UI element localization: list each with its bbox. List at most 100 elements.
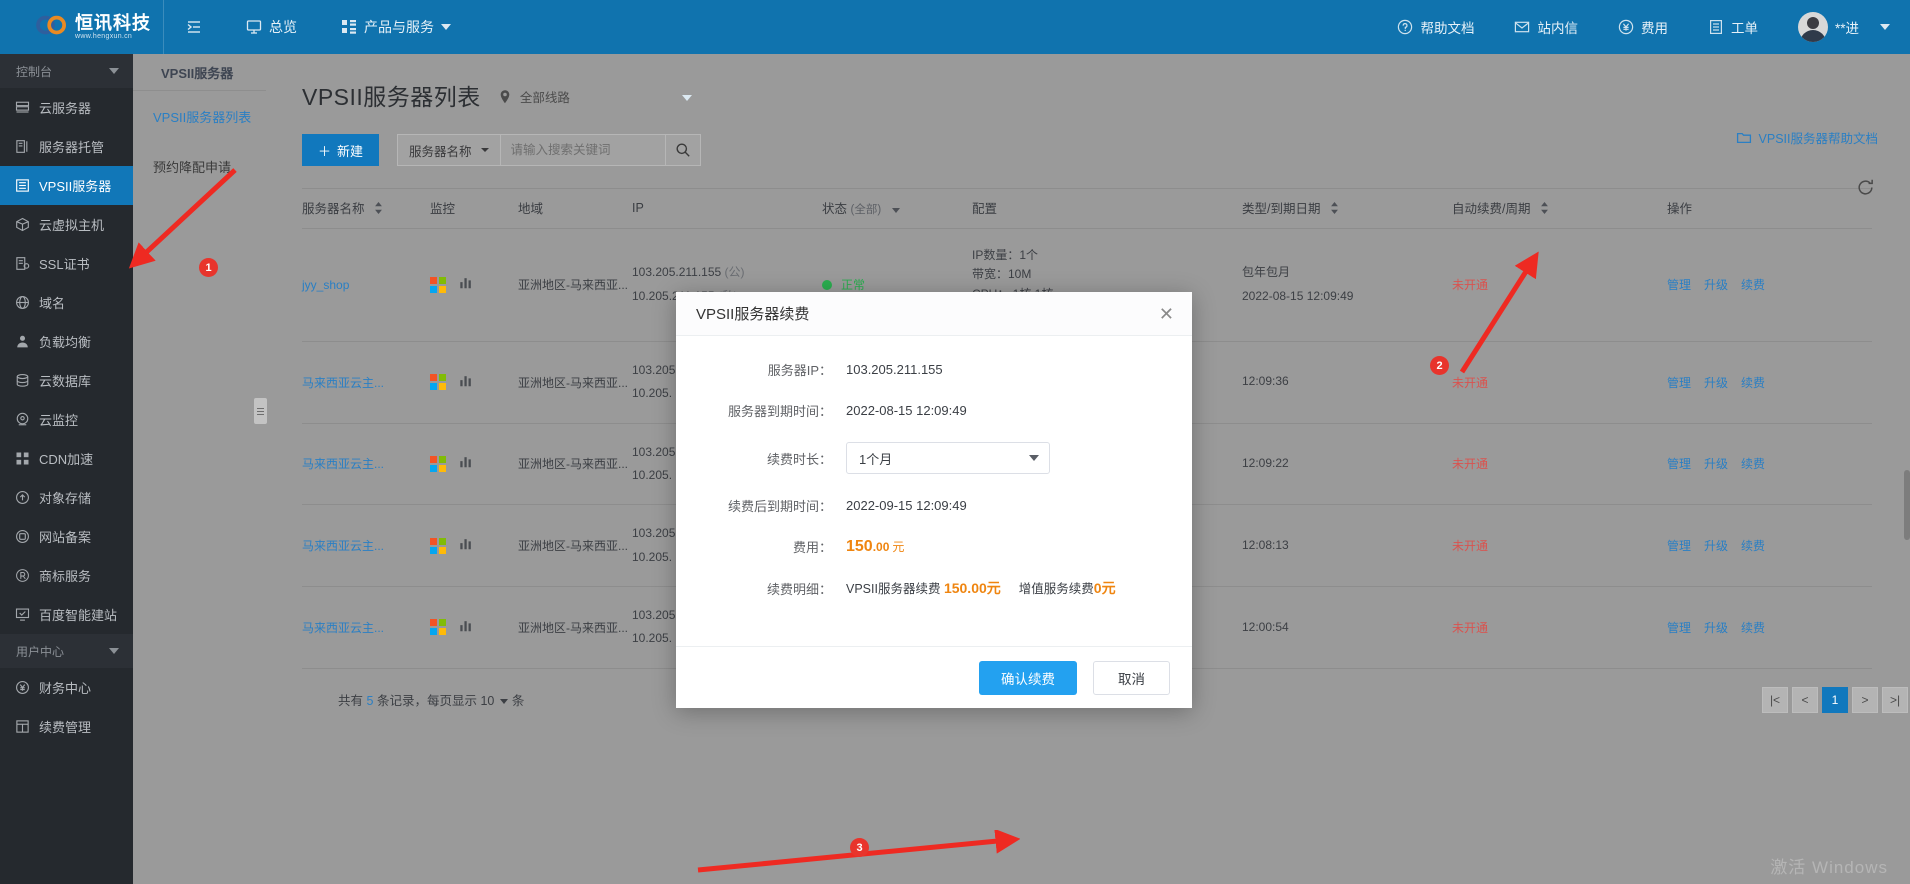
sub-sidebar-item-vpsii-list[interactable]: VPSII服务器列表 — [133, 91, 266, 141]
page-scrollbar[interactable] — [1904, 470, 1910, 540]
nav-help-docs[interactable]: 帮助文档 — [1377, 0, 1494, 54]
fee-decimal: .00 — [873, 540, 890, 554]
close-icon[interactable]: ✕ — [1159, 305, 1174, 323]
sidebar-item-baidu-site-builder[interactable]: 百度智能建站 — [0, 595, 133, 634]
sidebar-item-cloud-server[interactable]: 云服务器 — [0, 88, 133, 127]
chart-icon[interactable] — [459, 619, 473, 636]
search-button[interactable] — [665, 135, 700, 165]
menu-collapse-button[interactable] — [164, 0, 224, 54]
col-auto-renew[interactable]: 自动续费/周期 — [1452, 189, 1667, 229]
op-renew[interactable]: 续费 — [1741, 455, 1765, 472]
op-upgrade[interactable]: 升级 — [1704, 537, 1728, 554]
sidebar-item-ssl-cert[interactable]: SSL证书 — [0, 244, 133, 283]
nav-inbox[interactable]: 站内信 — [1494, 0, 1598, 54]
nav-tickets[interactable]: 工单 — [1688, 0, 1778, 54]
refresh-button[interactable] — [1852, 176, 1878, 202]
chart-icon[interactable] — [459, 276, 473, 293]
chart-icon[interactable] — [459, 455, 473, 472]
sidebar-collapse-handle[interactable] — [254, 398, 267, 424]
sidebar-item-cdn[interactable]: CDN加速 — [0, 439, 133, 478]
op-manage[interactable]: 管理 — [1667, 455, 1691, 472]
pagination: |< < 1 > >| — [1762, 687, 1908, 713]
search-type-select[interactable]: 服务器名称 — [398, 135, 501, 165]
renew-duration-select[interactable]: 1个月 — [846, 442, 1050, 474]
windows-icon[interactable] — [430, 277, 446, 293]
sub-sidebar-item-downgrade-request[interactable]: 预约降配申请 — [133, 141, 266, 191]
sidebar-item-vpsii-server[interactable]: VPSII服务器 — [0, 166, 133, 205]
chevron-down-icon — [481, 148, 489, 152]
sidebar-item-trademark[interactable]: 商标服务 — [0, 556, 133, 595]
line-filter[interactable]: 全部线路 — [497, 87, 692, 112]
op-upgrade[interactable]: 升级 — [1704, 374, 1728, 391]
nav-billing[interactable]: 费用 — [1598, 0, 1688, 54]
renew-duration-value: 1个月 — [859, 449, 892, 468]
page-prev-button[interactable]: < — [1792, 687, 1818, 713]
windows-icon[interactable] — [430, 456, 446, 472]
chevron-down-icon — [682, 95, 692, 101]
windows-icon[interactable] — [430, 619, 446, 635]
col-type-expire[interactable]: 类型/到期日期 — [1242, 189, 1452, 229]
sidebar-item-label: CDN加速 — [39, 449, 93, 468]
op-renew[interactable]: 续费 — [1741, 619, 1765, 636]
col-status[interactable]: 状态 (全部) — [822, 189, 972, 229]
help-docs-link[interactable]: VPSII服务器帮助文档 — [1736, 128, 1878, 147]
server-name-link[interactable]: 马来西亚云主... — [302, 457, 384, 471]
server-name-link[interactable]: jyy_shop — [302, 278, 349, 292]
op-renew[interactable]: 续费 — [1741, 276, 1765, 293]
chevron-down-icon — [441, 24, 451, 30]
sidebar-item-label: 域名 — [39, 293, 65, 312]
sidebar-item-finance-center[interactable]: 财务中心 — [0, 668, 133, 707]
table-toolbar: ＋ 新建 服务器名称 — [266, 112, 1910, 166]
nav-overview[interactable]: 总览 — [224, 0, 319, 54]
sidebar-item-domain[interactable]: 域名 — [0, 283, 133, 322]
sidebar-item-website-beian[interactable]: 网站备案 — [0, 517, 133, 556]
op-renew[interactable]: 续费 — [1741, 374, 1765, 391]
col-server-name[interactable]: 服务器名称 — [302, 189, 430, 229]
nav-inbox-label: 站内信 — [1537, 17, 1578, 37]
database-icon — [15, 373, 30, 388]
user-menu[interactable]: **进 — [1778, 0, 1910, 54]
server-name-link[interactable]: 马来西亚云主... — [302, 539, 384, 553]
sidebar-item-renew-management[interactable]: 续费管理 — [0, 707, 133, 746]
page-next-button[interactable]: > — [1852, 687, 1878, 713]
op-upgrade[interactable]: 升级 — [1704, 619, 1728, 636]
sidebar-item-cloud-monitor[interactable]: 云监控 — [0, 400, 133, 439]
sidebar-item-cloud-vhost[interactable]: 云虚拟主机 — [0, 205, 133, 244]
op-manage[interactable]: 管理 — [1667, 374, 1691, 391]
chart-icon[interactable] — [459, 374, 473, 391]
ip-public: 103.205.211.155 — [632, 265, 721, 279]
cancel-button[interactable]: 取消 — [1093, 661, 1170, 695]
chevron-down-icon — [500, 699, 508, 704]
sidebar-item-server-hosting[interactable]: 服务器托管 — [0, 127, 133, 166]
brand-logo-area[interactable]: 恒讯科技 www.hengxun.cn — [0, 0, 163, 54]
op-manage[interactable]: 管理 — [1667, 276, 1691, 293]
server-name-link[interactable]: 马来西亚云主... — [302, 621, 384, 635]
page-size-select[interactable]: 10 — [480, 694, 508, 708]
sidebar-item-load-balance[interactable]: 负载均衡 — [0, 322, 133, 361]
search-input[interactable] — [501, 135, 665, 165]
nav-products-services[interactable]: 产品与服务 — [319, 0, 473, 54]
confirm-renew-button[interactable]: 确认续费 — [979, 661, 1077, 695]
op-manage[interactable]: 管理 — [1667, 537, 1691, 554]
app-root: 恒讯科技 www.hengxun.cn 总览 — [0, 0, 1910, 884]
new-server-button[interactable]: ＋ 新建 — [302, 134, 379, 166]
chart-icon[interactable] — [459, 537, 473, 554]
renew-detail-values: VPSII服务器续费 150.00元 增值服务续费0元 — [846, 578, 1116, 598]
op-upgrade[interactable]: 升级 — [1704, 276, 1728, 293]
op-upgrade[interactable]: 升级 — [1704, 455, 1728, 472]
windows-icon[interactable] — [430, 374, 446, 390]
windows-activation-watermark: 激活 Windows — [1770, 853, 1888, 878]
search-icon — [675, 142, 691, 158]
page-first-button[interactable]: |< — [1762, 687, 1788, 713]
renew-icon — [15, 719, 30, 734]
page-last-button[interactable]: >| — [1882, 687, 1908, 713]
page-number-1[interactable]: 1 — [1822, 687, 1848, 713]
sidebar-item-cloud-database[interactable]: 云数据库 — [0, 361, 133, 400]
sidebar-item-object-storage[interactable]: 对象存储 — [0, 478, 133, 517]
sidebar-group-console[interactable]: 控制台 — [0, 54, 133, 88]
op-renew[interactable]: 续费 — [1741, 537, 1765, 554]
windows-icon[interactable] — [430, 538, 446, 554]
sidebar-group-user-center[interactable]: 用户中心 — [0, 634, 133, 668]
op-manage[interactable]: 管理 — [1667, 619, 1691, 636]
server-name-link[interactable]: 马来西亚云主... — [302, 376, 384, 390]
